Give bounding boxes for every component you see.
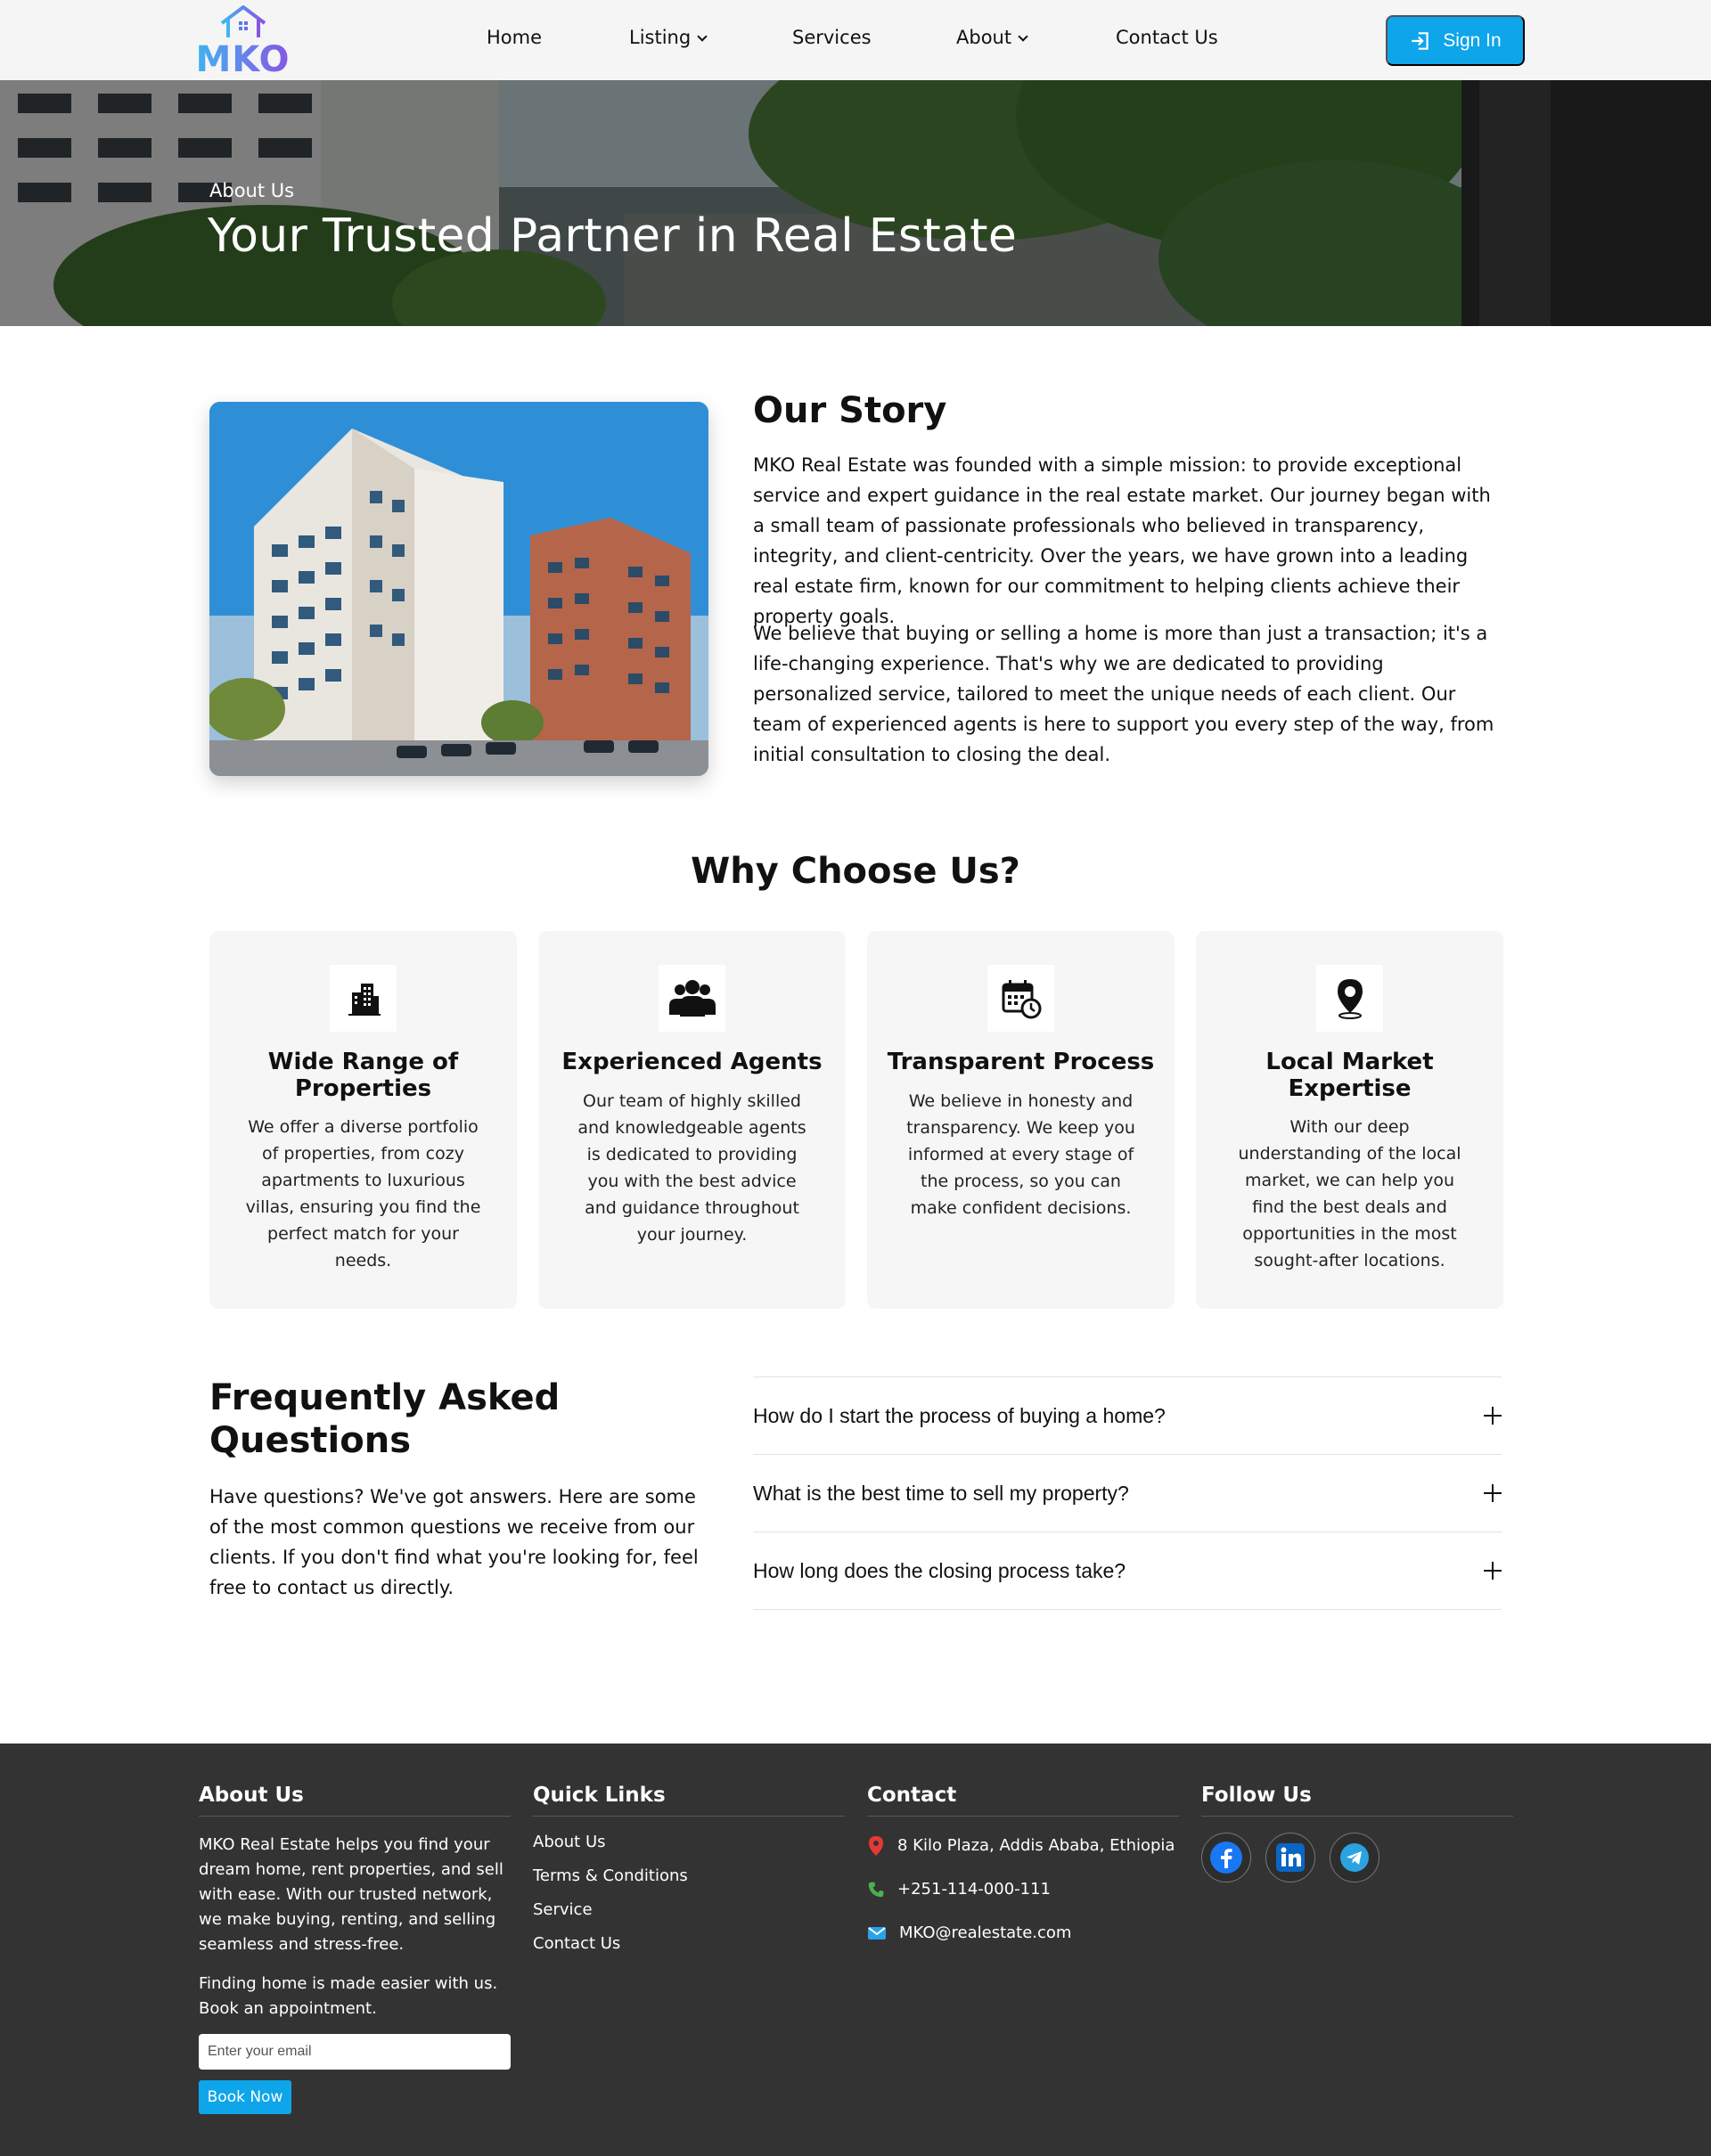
- sign-in-button[interactable]: Sign In: [1386, 15, 1525, 66]
- location-pin-icon: [869, 1835, 883, 1856]
- card-text: We believe in honesty and transparency. …: [906, 1091, 1135, 1218]
- footer-contact-title: Contact: [867, 1784, 1179, 1817]
- footer-follow: Follow Us: [1201, 1784, 1513, 1882]
- hero-title: Your Trusted Partner in Real Estate: [208, 209, 1018, 263]
- footer-contact: Contact 8 Kilo Plaza, Addis Ababa, Ethio…: [867, 1784, 1179, 1955]
- footer-cta-text: Finding home is made easier with us. Boo…: [199, 1974, 498, 2018]
- plus-icon[interactable]: [1484, 1407, 1502, 1425]
- contact-address: 8 Kilo Plaza, Addis Ababa, Ethiopia: [867, 1824, 1179, 1867]
- team-icon: [659, 965, 725, 1032]
- nav-contact-label: Contact Us: [1116, 27, 1218, 48]
- faq-title: Frequently Asked Questions: [209, 1377, 561, 1461]
- nav-contact[interactable]: Contact Us: [1116, 27, 1218, 48]
- brand-name: MKO: [192, 39, 294, 80]
- map-pin-icon: [1316, 965, 1383, 1032]
- story-paragraph-1: MKO Real Estate was founded with a simpl…: [753, 454, 1491, 627]
- card-title: Wide Range of Properties: [267, 1049, 459, 1102]
- footer-about-title: About Us: [199, 1784, 511, 1817]
- footer-follow-title: Follow Us: [1201, 1784, 1513, 1817]
- faq-description: Have questions? We've got answers. Here …: [209, 1486, 699, 1598]
- faq-question: What is the best time to sell my propert…: [753, 1481, 1129, 1505]
- mail-icon: [868, 1926, 886, 1940]
- contact-address-text: 8 Kilo Plaza, Addis Ababa, Ethiopia: [897, 1836, 1175, 1855]
- linkedin-icon[interactable]: [1265, 1833, 1315, 1882]
- plus-icon[interactable]: [1484, 1484, 1502, 1502]
- brand-logo[interactable]: MKO: [192, 5, 294, 80]
- nav-home[interactable]: Home: [487, 27, 542, 48]
- hero-eyebrow: About Us: [209, 180, 295, 201]
- card-text: Our team of highly skilled and knowledge…: [577, 1091, 806, 1245]
- footer-link-about[interactable]: About Us: [533, 1825, 845, 1859]
- telegram-icon[interactable]: [1330, 1833, 1379, 1882]
- building-icon: [330, 965, 397, 1032]
- social-links: [1201, 1833, 1513, 1882]
- contact-phone-text: +251-114-000-111: [897, 1880, 1051, 1899]
- login-icon: [1412, 31, 1429, 50]
- faq-accordion: How do I start the process of buying a h…: [753, 1376, 1502, 1610]
- footer-quick-links-title: Quick Links: [533, 1784, 845, 1817]
- nav-about-label: About: [956, 27, 1012, 48]
- faq-item[interactable]: How long does the closing process take?: [753, 1532, 1502, 1610]
- nav-listing-label: Listing: [629, 27, 692, 48]
- feature-card-process: Transparent Process We believe in honest…: [867, 931, 1175, 1309]
- card-text: We offer a diverse portfolio of properti…: [245, 1117, 481, 1270]
- sign-in-label: Sign In: [1443, 29, 1502, 51]
- footer-email-input[interactable]: [199, 2034, 511, 2070]
- chevron-down-icon: [697, 31, 708, 42]
- house-logo-icon: [220, 5, 266, 37]
- contact-email[interactable]: MKO@realestate.com: [867, 1911, 1179, 1955]
- card-title: Experienced Agents: [561, 1049, 823, 1075]
- footer-link-terms[interactable]: Terms & Conditions: [533, 1859, 845, 1893]
- apartment-building-illustration: [209, 402, 708, 776]
- facebook-icon[interactable]: [1201, 1833, 1251, 1882]
- feature-card-agents: Experienced Agents Our team of highly sk…: [538, 931, 846, 1309]
- hero-overlay: [0, 80, 1711, 326]
- nav-home-label: Home: [487, 27, 543, 48]
- phone-icon: [868, 1882, 884, 1897]
- nav-about[interactable]: About: [956, 27, 1028, 48]
- faq-question: How long does the closing process take?: [753, 1558, 1126, 1582]
- card-title: Transparent Process: [887, 1049, 1155, 1075]
- faq-item[interactable]: How do I start the process of buying a h…: [753, 1377, 1502, 1455]
- footer-about-text: MKO Real Estate helps you find your drea…: [199, 1835, 503, 1954]
- nav-services[interactable]: Services: [792, 27, 872, 48]
- chevron-down-icon: [1018, 31, 1028, 42]
- top-navbar: MKO Home Listing Services About Contact …: [0, 0, 1711, 80]
- story-title: Our Story: [753, 390, 947, 431]
- nav-services-label: Services: [792, 27, 872, 48]
- nav-listing[interactable]: Listing: [629, 27, 708, 48]
- feature-card-properties: Wide Range of Properties We offer a dive…: [209, 931, 517, 1309]
- calendar-clock-icon: [987, 965, 1054, 1032]
- hero-banner: About Us Your Trusted Partner in Real Es…: [0, 80, 1711, 326]
- faq-item[interactable]: What is the best time to sell my propert…: [753, 1455, 1502, 1532]
- contact-email-text: MKO@realestate.com: [899, 1923, 1072, 1942]
- faq-question: How do I start the process of buying a h…: [753, 1403, 1166, 1427]
- site-footer: About Us MKO Real Estate helps you find …: [0, 1744, 1711, 2156]
- footer-quick-links: Quick Links About Us Terms & Conditions …: [533, 1784, 845, 1961]
- footer-link-contact[interactable]: Contact Us: [533, 1927, 845, 1961]
- card-text: With our deep understanding of the local…: [1238, 1117, 1461, 1270]
- footer-about: About Us MKO Real Estate helps you find …: [199, 1784, 511, 2114]
- feature-card-local: Local Market Expertise With our deep und…: [1196, 931, 1503, 1309]
- plus-icon[interactable]: [1484, 1562, 1502, 1580]
- card-title: Local Market Expertise: [1265, 1049, 1434, 1102]
- footer-link-service[interactable]: Service: [533, 1893, 845, 1927]
- contact-phone[interactable]: +251-114-000-111: [867, 1867, 1179, 1911]
- why-choose-title: Why Choose Us?: [691, 851, 1020, 892]
- book-now-button[interactable]: Book Now: [199, 2080, 291, 2114]
- story-paragraph-2: We believe that buying or selling a home…: [753, 623, 1494, 765]
- story-building-image: [209, 402, 708, 776]
